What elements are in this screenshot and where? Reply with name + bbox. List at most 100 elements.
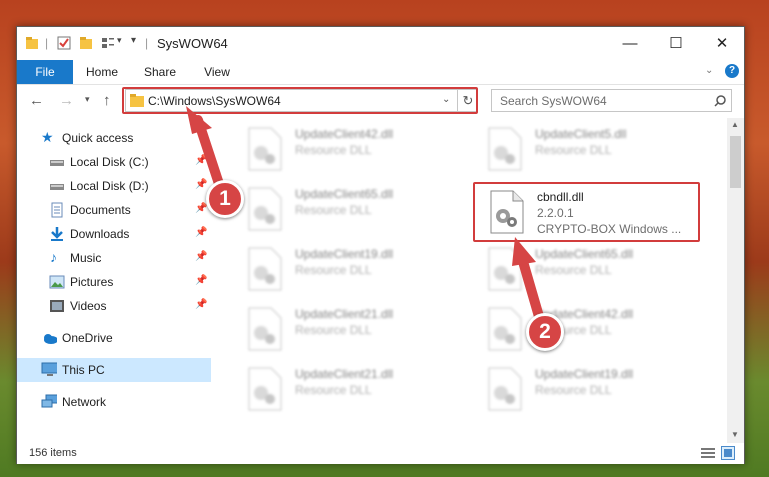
tab-view[interactable]: View [195, 60, 239, 84]
ribbon-expand-icon[interactable]: ⌄ [705, 65, 713, 76]
computer-icon [41, 362, 57, 376]
drive-icon [50, 160, 64, 166]
nav-item-pictures[interactable]: Pictures 📌 [17, 270, 211, 294]
tab-home[interactable]: Home [79, 60, 125, 84]
view-options-icon[interactable] [101, 36, 115, 50]
file-item[interactable]: UpdateClient5.dll Resource DLL [477, 123, 697, 173]
network-icon [41, 394, 57, 408]
nav-label: Pictures [70, 275, 114, 289]
scroll-up-icon[interactable]: ▲ [731, 120, 739, 129]
help-icon[interactable]: ? [725, 64, 739, 78]
nav-item-local-disk-d[interactable]: Local Disk (D:) 📌 [17, 174, 211, 198]
dll-file-icon [248, 127, 282, 171]
navigation-pane: ★ Quick access Local Disk (C:) 📌 Local D… [17, 118, 211, 443]
up-arrow-icon[interactable]: ↑ [103, 92, 111, 109]
file-list: UpdateClient42.dll Resource DLL UpdateCl… [229, 118, 727, 443]
pin-icon: 📌 [195, 251, 208, 262]
cloud-icon [44, 334, 57, 344]
search-input[interactable]: Search SysWOW64 [491, 89, 732, 112]
folder-icon [26, 37, 38, 49]
close-button[interactable]: ✕ [699, 27, 745, 60]
nav-item-quick-access[interactable]: ★ Quick access [17, 126, 211, 150]
nav-label: Videos [70, 299, 107, 313]
file-item[interactable]: UpdateClient21.dll Resource DLL [237, 303, 457, 353]
pin-icon: 📌 [195, 227, 208, 238]
nav-label: Quick access [62, 131, 134, 145]
file-name: UpdateClient65.dll [535, 247, 634, 261]
nav-item-network[interactable]: Network [17, 390, 211, 414]
dll-file-icon [248, 247, 282, 291]
nav-label: Local Disk (C:) [70, 155, 149, 169]
pin-icon: 📌 [195, 155, 208, 166]
nav-item-documents[interactable]: Documents 📌 [17, 198, 211, 222]
file-item[interactable]: UpdateClient65.dll Resource DLL [237, 183, 457, 233]
details-view-icon[interactable] [701, 447, 715, 459]
dll-file-icon [248, 307, 282, 351]
file-name: UpdateClient21.dll [295, 367, 394, 381]
recent-locations-icon[interactable]: ▾ [85, 94, 90, 105]
file-type: Resource DLL [295, 383, 372, 397]
search-icon [714, 95, 726, 107]
file-type: Resource DLL [295, 203, 372, 217]
dll-file-icon [488, 367, 522, 411]
new-folder-icon[interactable] [79, 36, 93, 50]
file-name: UpdateClient19.dll [295, 247, 394, 261]
nav-item-local-disk-c[interactable]: Local Disk (C:) 📌 [17, 150, 211, 174]
nav-label: Music [70, 251, 102, 265]
nav-item-videos[interactable]: Videos 📌 [17, 294, 211, 318]
vertical-scrollbar[interactable]: ▲ ▼ [727, 118, 744, 443]
file-name: UpdateClient42.dll [295, 127, 394, 141]
forward-arrow-icon[interactable]: → [59, 92, 74, 109]
file-item[interactable]: UpdateClient65.dll Resource DLL [477, 243, 697, 293]
ribbon-tabs: File Home Share View ⌄ ? [17, 60, 744, 85]
file-item[interactable]: UpdateClient42.dll Resource DLL [237, 123, 457, 173]
back-arrow-icon[interactable]: ← [29, 92, 44, 109]
file-item[interactable]: UpdateClient42.dll Resource DLL [477, 303, 697, 353]
step-badge-1: 1 [206, 180, 244, 218]
pin-icon: 📌 [195, 299, 208, 310]
minimize-button[interactable]: — [607, 27, 653, 60]
address-highlight-box [122, 87, 478, 114]
search-placeholder: Search SysWOW64 [500, 94, 607, 108]
nav-item-music[interactable]: ♪ Music 📌 [17, 246, 211, 270]
dll-file-icon [488, 127, 522, 171]
file-item[interactable]: UpdateClient19.dll Resource DLL [477, 363, 697, 413]
item-count: 156 items [29, 447, 77, 459]
star-icon: ★ [41, 129, 54, 145]
scroll-down-icon[interactable]: ▼ [731, 430, 739, 439]
file-name: UpdateClient65.dll [295, 187, 394, 201]
download-icon [51, 227, 63, 241]
file-type: Resource DLL [295, 143, 372, 157]
step-badge-2: 2 [526, 313, 564, 351]
nav-item-onedrive[interactable]: OneDrive [17, 326, 211, 350]
maximize-button[interactable]: ☐ [653, 27, 699, 60]
nav-label: Documents [70, 203, 131, 217]
file-item[interactable]: UpdateClient19.dll Resource DLL [237, 243, 457, 293]
file-type: Resource DLL [535, 383, 612, 397]
nav-item-this-pc[interactable]: This PC [17, 358, 211, 382]
file-item[interactable]: UpdateClient21.dll Resource DLL [237, 363, 457, 413]
pin-icon: 📌 [195, 275, 208, 286]
drive-icon [50, 184, 64, 190]
properties-icon[interactable] [57, 36, 71, 50]
separator: | [145, 36, 149, 50]
status-bar: 156 items [17, 443, 744, 464]
nav-label: OneDrive [62, 331, 113, 345]
large-icons-view-icon[interactable] [721, 446, 735, 460]
dll-file-icon [248, 187, 282, 231]
pin-icon: 📌 [195, 179, 208, 190]
nav-item-downloads[interactable]: Downloads 📌 [17, 222, 211, 246]
pin-icon: 📌 [195, 203, 208, 214]
nav-label: This PC [62, 363, 105, 377]
file-type: Resource DLL [295, 323, 372, 337]
scrollbar-thumb[interactable] [730, 136, 741, 188]
videos-icon [50, 300, 64, 312]
window-title: SysWOW64 [157, 36, 228, 51]
file-name: UpdateClient19.dll [535, 367, 634, 381]
tab-share[interactable]: Share [137, 60, 183, 84]
tab-file[interactable]: File [17, 60, 73, 84]
pictures-icon [49, 275, 65, 289]
customize-toolbar-icon[interactable]: ▾ [117, 35, 122, 46]
dll-file-icon [488, 247, 522, 291]
toolbar-dropdown-icon[interactable]: ▾ [131, 35, 136, 46]
